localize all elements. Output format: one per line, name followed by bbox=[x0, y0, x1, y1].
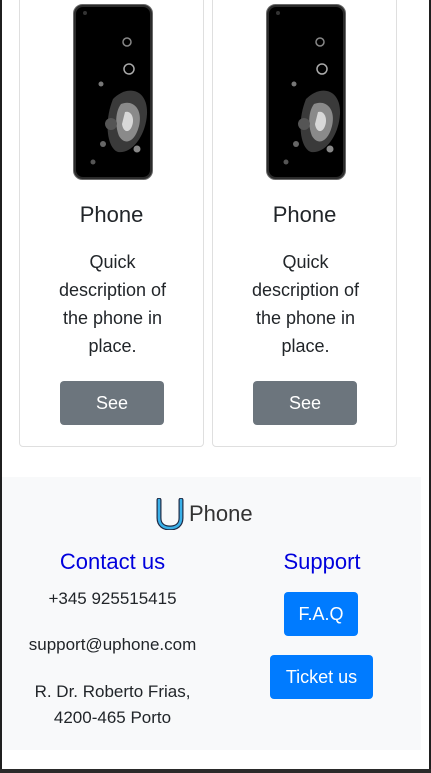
contact-heading: Contact us bbox=[59, 549, 166, 574]
card-title: Phone bbox=[79, 202, 144, 227]
contact-address-line1: R. Dr. Roberto Frias, bbox=[34, 682, 191, 701]
brand-logo[interactable]: U Phone bbox=[156, 498, 253, 530]
phone-image bbox=[266, 4, 346, 180]
contact-address-line2: 4200-465 Porto bbox=[53, 708, 172, 727]
phone-image bbox=[73, 4, 153, 180]
product-card: Phone Quick description of the phone in … bbox=[212, 0, 397, 447]
contact-email: support@uphone.com bbox=[28, 635, 197, 654]
faq-button[interactable]: F.A.Q bbox=[284, 592, 358, 636]
support-heading: Support bbox=[283, 549, 361, 574]
card-description: Quick description of the phone in place. bbox=[251, 252, 360, 356]
see-button[interactable]: See bbox=[60, 381, 164, 425]
footer: U Phone Contact us +345 925515415 suppor… bbox=[2, 477, 421, 750]
uphone-logo-icon: U bbox=[156, 498, 184, 530]
card-title: Phone bbox=[272, 202, 337, 227]
svg-text:U: U bbox=[170, 519, 171, 521]
see-button[interactable]: See bbox=[253, 381, 357, 425]
window-border-bottom bbox=[0, 769, 431, 773]
brand-name: Phone bbox=[189, 501, 253, 526]
product-card: Phone Quick description of the phone in … bbox=[19, 0, 204, 447]
contact-phone: +345 925515415 bbox=[48, 589, 177, 608]
card-description: Quick description of the phone in place. bbox=[58, 252, 167, 356]
ticket-us-button[interactable]: Ticket us bbox=[270, 655, 373, 699]
